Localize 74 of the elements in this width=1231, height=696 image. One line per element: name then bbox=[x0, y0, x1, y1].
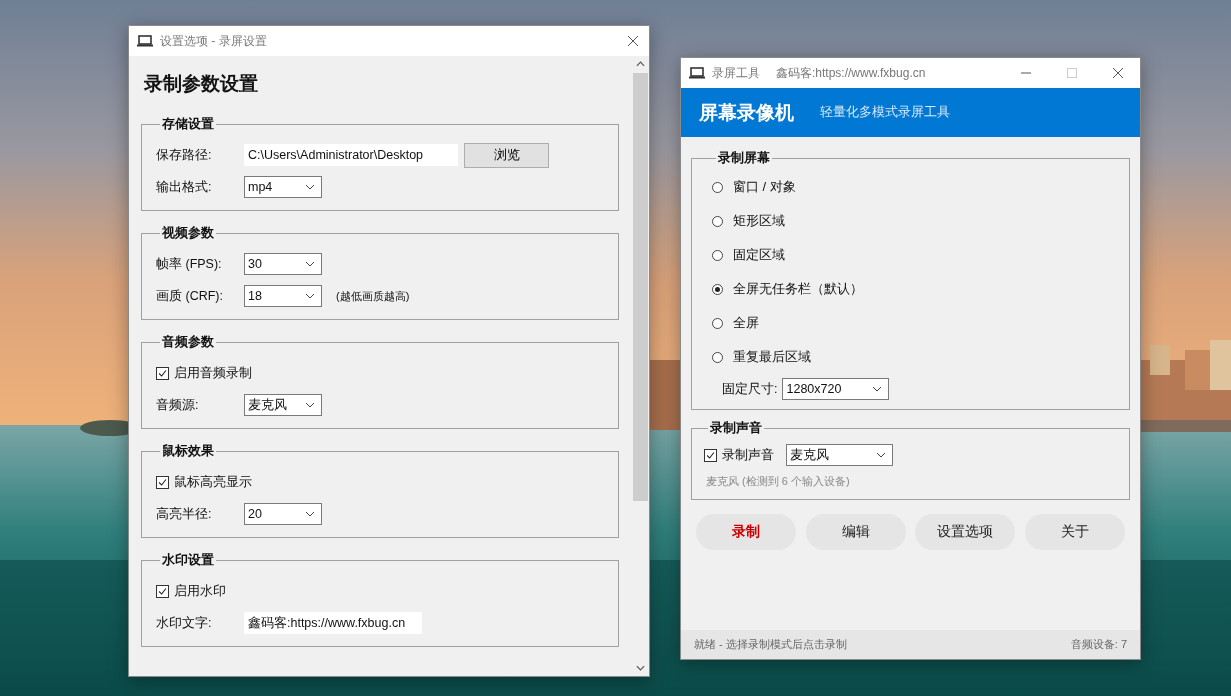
chevron-down-icon bbox=[305, 184, 315, 190]
checkbox-label: 启用音频录制 bbox=[174, 364, 252, 382]
status-message: 就绪 - 选择录制模式后点击录制 bbox=[694, 637, 847, 652]
group-title: 存储设置 bbox=[161, 116, 215, 132]
radio-label: 窗口 / 对象 bbox=[733, 178, 796, 196]
checkbox-label: 鼠标高亮显示 bbox=[174, 473, 252, 491]
action-button[interactable]: 录制 bbox=[696, 514, 796, 550]
hint-text: 麦克风 (检测到 6 个输入设备) bbox=[705, 474, 851, 489]
radio-button[interactable] bbox=[712, 249, 723, 261]
radio-label: 重复最后区域 bbox=[733, 348, 811, 366]
checkbox[interactable] bbox=[156, 584, 169, 598]
radio-button[interactable] bbox=[712, 181, 723, 193]
chevron-down-icon bbox=[872, 386, 883, 392]
group-title: 音频参数 bbox=[161, 334, 215, 350]
window-title: 设置选项 - 录屏设置 bbox=[160, 32, 267, 50]
scrollbar-thumb[interactable] bbox=[633, 73, 648, 501]
chevron-down-icon bbox=[305, 402, 315, 408]
action-button[interactable]: 关于 bbox=[1024, 514, 1125, 550]
hint-text: (越低画质越高) bbox=[336, 288, 410, 304]
group-title: 录制屏幕 bbox=[717, 150, 771, 166]
chevron-down-icon bbox=[305, 293, 315, 299]
scrollbar[interactable] bbox=[632, 56, 649, 676]
dropdown[interactable]: mp4 bbox=[244, 176, 322, 198]
app-title: 屏幕录像机 bbox=[699, 100, 794, 125]
field-label: 音频源: bbox=[156, 396, 200, 414]
field-label: 保存路径: bbox=[156, 146, 213, 164]
field-label: 输出格式: bbox=[156, 178, 213, 196]
group-title: 录制声音 bbox=[709, 420, 763, 436]
dropdown[interactable]: 20 bbox=[244, 503, 322, 525]
checkbox-label: 录制声音 bbox=[722, 446, 774, 464]
radio-button[interactable] bbox=[712, 283, 723, 295]
field-label: 高亮半径: bbox=[156, 505, 213, 523]
radio-label: 全屏无任务栏（默认） bbox=[733, 280, 863, 298]
radio-button[interactable] bbox=[712, 215, 723, 227]
group-title: 鼠标效果 bbox=[161, 443, 215, 459]
path-field[interactable]: C:\Users\Administrator\Desktop bbox=[244, 144, 458, 166]
checkbox[interactable] bbox=[156, 475, 169, 489]
browse-button[interactable]: 浏览 bbox=[464, 142, 549, 168]
radio-button[interactable] bbox=[712, 317, 723, 329]
radio-label: 固定区域 bbox=[733, 246, 785, 264]
group-title: 水印设置 bbox=[161, 552, 215, 568]
text-field[interactable]: 鑫码客:https://www.fxbug.cn bbox=[244, 612, 422, 634]
dropdown[interactable]: 1280x720 bbox=[782, 378, 890, 400]
field-label: 固定尺寸: bbox=[722, 380, 778, 398]
dropdown[interactable]: 18 bbox=[244, 285, 322, 307]
dropdown[interactable]: 30 bbox=[244, 253, 322, 275]
field-label: 画质 (CRF): bbox=[156, 287, 224, 305]
laptop-icon bbox=[137, 35, 153, 47]
chevron-down-icon bbox=[305, 511, 315, 517]
checkbox[interactable] bbox=[704, 448, 717, 462]
checkbox-label: 启用水印 bbox=[174, 582, 226, 600]
close-icon[interactable] bbox=[627, 35, 639, 47]
chevron-down-icon bbox=[876, 452, 886, 458]
action-button[interactable]: 设置选项 bbox=[915, 514, 1016, 550]
dropdown[interactable]: 麦克风 bbox=[244, 394, 322, 416]
app-tagline: 轻量化多模式录屏工具 bbox=[820, 104, 950, 121]
device-count: 音频设备: 7 bbox=[1070, 637, 1127, 652]
field-label: 帧率 (FPS): bbox=[156, 255, 223, 273]
laptop-icon bbox=[689, 67, 705, 79]
dropdown[interactable]: 麦克风 bbox=[786, 444, 893, 466]
group-title: 视频参数 bbox=[161, 225, 215, 241]
close-icon[interactable] bbox=[1112, 67, 1124, 79]
field-label: 水印文字: bbox=[156, 614, 213, 632]
scroll-down-icon[interactable] bbox=[636, 665, 645, 671]
window-title: 录屏工具 bbox=[712, 64, 760, 82]
scroll-up-icon[interactable] bbox=[636, 61, 645, 67]
settings-heading: 录制参数设置 bbox=[143, 72, 259, 96]
chevron-down-icon bbox=[305, 261, 315, 267]
radio-button[interactable] bbox=[712, 351, 723, 363]
radio-label: 矩形区域 bbox=[733, 212, 785, 230]
action-button[interactable]: 编辑 bbox=[805, 514, 906, 550]
checkbox[interactable] bbox=[156, 366, 169, 380]
window-subtitle: 鑫码客:https://www.fxbug.cn bbox=[776, 64, 926, 82]
radio-label: 全屏 bbox=[733, 314, 759, 332]
